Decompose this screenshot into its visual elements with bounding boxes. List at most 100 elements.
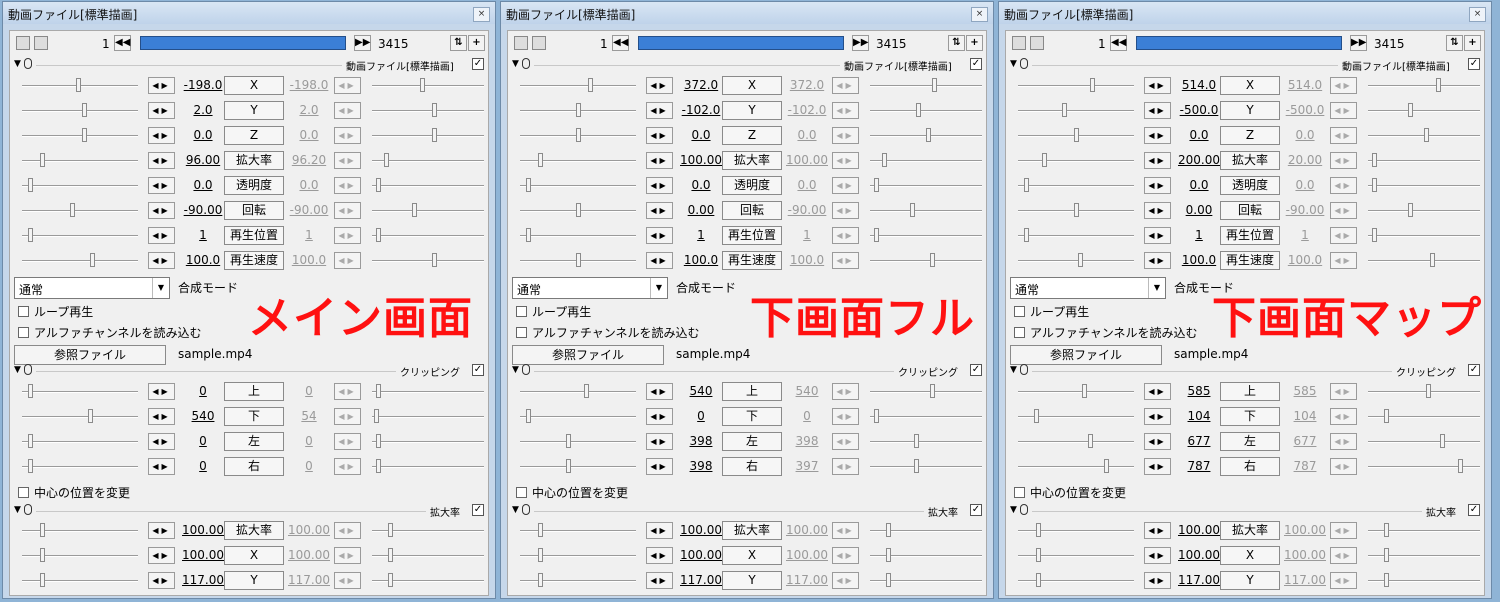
video-param-8-start-value[interactable]: 100.0 [1174, 253, 1224, 267]
clip-param-4-end-stepper[interactable]: ◀▶ [334, 458, 361, 475]
video-param-1-start-value[interactable]: 514.0 [1174, 78, 1224, 92]
clip-param-2-start-value[interactable]: 0 [676, 409, 726, 423]
clip-param-3-end-value[interactable]: 677 [1280, 434, 1330, 448]
video-param-2-end-stepper[interactable]: ◀▶ [1330, 102, 1357, 119]
video-param-1-start-slider[interactable] [520, 85, 636, 87]
scale-param-3-button[interactable]: Y [224, 571, 284, 590]
video-param-3-start-stepper[interactable]: ◀▶ [148, 127, 175, 144]
video-param-4-end-slider[interactable] [1368, 160, 1480, 162]
video-param-5-end-stepper[interactable]: ◀▶ [1330, 177, 1357, 194]
section-enable-checkbox[interactable]: ✓ [472, 364, 484, 376]
scale-param-1-button[interactable]: 拡大率 [1220, 521, 1280, 540]
video-param-3-start-thumb[interactable] [576, 128, 581, 142]
clip-param-3-start-value[interactable]: 0 [178, 434, 228, 448]
video-param-5-end-thumb[interactable] [874, 178, 879, 192]
video-param-5-start-thumb[interactable] [526, 178, 531, 192]
video-param-6-start-value[interactable]: -90.00 [178, 203, 228, 217]
video-param-3-end-stepper[interactable]: ◀▶ [832, 127, 859, 144]
clip-param-1-start-value[interactable]: 585 [1174, 384, 1224, 398]
video-param-1-end-thumb[interactable] [1436, 78, 1441, 92]
video-param-3-start-value[interactable]: 0.0 [1174, 128, 1224, 142]
video-param-2-start-value[interactable]: -500.0 [1174, 103, 1224, 117]
scale-param-2-start-thumb[interactable] [1036, 548, 1041, 562]
clip-param-2-end-stepper[interactable]: ◀▶ [832, 408, 859, 425]
layer-icon[interactable] [1030, 36, 1044, 50]
add-filter-button[interactable]: + [468, 35, 485, 51]
clip-param-2-end-thumb[interactable] [874, 409, 879, 423]
clip-param-1-start-thumb[interactable] [28, 384, 33, 398]
scale-param-3-button[interactable]: Y [1220, 571, 1280, 590]
video-param-4-end-value[interactable]: 100.00 [782, 153, 832, 167]
video-param-1-end-slider[interactable] [870, 85, 982, 87]
close-button[interactable]: × [473, 7, 490, 22]
scale-param-3-start-thumb[interactable] [40, 573, 45, 587]
video-param-6-end-value[interactable]: -90.00 [782, 203, 832, 217]
reference-file-button[interactable]: 参照ファイル [1010, 345, 1162, 365]
video-param-2-start-stepper[interactable]: ◀▶ [148, 102, 175, 119]
video-param-6-end-stepper[interactable]: ◀▶ [832, 202, 859, 219]
video-param-2-button[interactable]: Y [224, 101, 284, 120]
video-param-3-start-stepper[interactable]: ◀▶ [646, 127, 673, 144]
video-param-2-button[interactable]: Y [1220, 101, 1280, 120]
next-keyframe-button[interactable]: ▶▶ [354, 35, 371, 51]
video-param-5-start-value[interactable]: 0.0 [1174, 178, 1224, 192]
video-param-7-button[interactable]: 再生位置 [1220, 226, 1280, 245]
video-param-2-end-thumb[interactable] [916, 103, 921, 117]
video-param-4-end-value[interactable]: 20.00 [1280, 153, 1330, 167]
clip-param-4-button[interactable]: 右 [722, 457, 782, 476]
clip-param-1-start-value[interactable]: 0 [178, 384, 228, 398]
video-param-4-end-thumb[interactable] [882, 153, 887, 167]
video-param-8-end-stepper[interactable]: ◀▶ [1330, 252, 1357, 269]
video-param-5-start-value[interactable]: 0.0 [178, 178, 228, 192]
video-param-5-end-value[interactable]: 0.0 [1280, 178, 1330, 192]
clip-param-2-end-stepper[interactable]: ◀▶ [334, 408, 361, 425]
video-param-4-end-thumb[interactable] [384, 153, 389, 167]
scale-param-1-start-thumb[interactable] [1036, 523, 1041, 537]
section-enable-checkbox[interactable]: ✓ [472, 504, 484, 516]
scale-param-2-end-thumb[interactable] [886, 548, 891, 562]
video-param-2-start-stepper[interactable]: ◀▶ [1144, 102, 1171, 119]
video-param-7-end-thumb[interactable] [874, 228, 879, 242]
video-param-1-end-thumb[interactable] [932, 78, 937, 92]
clip-param-4-start-slider[interactable] [22, 466, 138, 468]
video-param-1-end-thumb[interactable] [420, 78, 425, 92]
close-button[interactable]: × [1469, 7, 1486, 22]
video-param-7-start-value[interactable]: 1 [1174, 228, 1224, 242]
clip-param-1-button[interactable]: 上 [1220, 382, 1280, 401]
video-param-6-end-thumb[interactable] [910, 203, 915, 217]
scale-param-1-end-thumb[interactable] [1384, 523, 1389, 537]
video-param-8-end-slider[interactable] [870, 260, 982, 262]
video-param-6-end-slider[interactable] [1368, 210, 1480, 212]
clip-param-3-start-slider[interactable] [1018, 441, 1134, 443]
video-param-3-button[interactable]: Z [722, 126, 782, 145]
video-param-6-start-stepper[interactable]: ◀▶ [1144, 202, 1171, 219]
video-param-3-end-stepper[interactable]: ◀▶ [1330, 127, 1357, 144]
video-param-1-start-slider[interactable] [1018, 85, 1134, 87]
scale-param-3-end-thumb[interactable] [1384, 573, 1389, 587]
clip-param-3-end-thumb[interactable] [914, 434, 919, 448]
video-param-8-start-slider[interactable] [22, 260, 138, 262]
clip-param-4-start-thumb[interactable] [28, 459, 33, 473]
collapse-triangle-icon[interactable]: ▼ [512, 365, 519, 375]
video-param-7-start-slider[interactable] [520, 235, 636, 237]
video-param-6-end-slider[interactable] [870, 210, 982, 212]
link-icon[interactable]: ⇅ [948, 35, 965, 51]
scale-param-2-start-value[interactable]: 100.00 [178, 548, 228, 562]
clip-param-1-start-slider[interactable] [1018, 391, 1134, 393]
clip-param-3-end-slider[interactable] [372, 441, 484, 443]
video-param-2-end-slider[interactable] [372, 110, 484, 112]
video-param-4-start-thumb[interactable] [538, 153, 543, 167]
clip-param-3-end-value[interactable]: 0 [284, 434, 334, 448]
video-param-5-end-value[interactable]: 0.0 [782, 178, 832, 192]
clip-param-3-end-stepper[interactable]: ◀▶ [334, 433, 361, 450]
clip-param-1-end-slider[interactable] [870, 391, 982, 393]
scale-param-2-end-thumb[interactable] [388, 548, 393, 562]
alpha-checkbox[interactable] [1014, 327, 1025, 338]
link-icon[interactable]: ⇅ [1446, 35, 1463, 51]
clip-param-2-start-stepper[interactable]: ◀▶ [148, 408, 175, 425]
video-param-3-start-slider[interactable] [22, 135, 138, 137]
video-param-8-start-thumb[interactable] [576, 253, 581, 267]
video-param-3-start-value[interactable]: 0.0 [178, 128, 228, 142]
video-param-8-button[interactable]: 再生速度 [722, 251, 782, 270]
clip-param-4-end-value[interactable]: 397 [782, 459, 832, 473]
